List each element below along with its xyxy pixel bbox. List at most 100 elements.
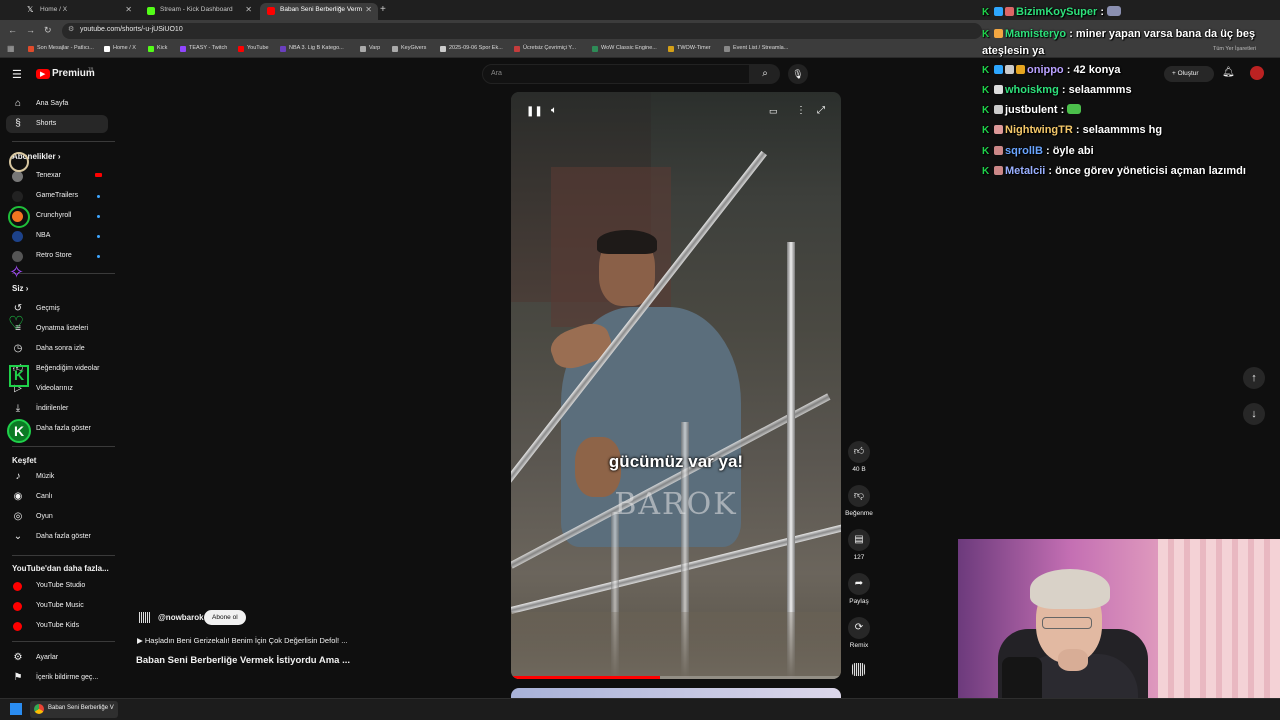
new-content-dot (97, 235, 100, 238)
back-icon[interactable]: ← (8, 25, 17, 35)
sidebar-item-i-erik-bildirme-ge[interactable]: ⚑ İçerik bildirme geç... (6, 669, 108, 687)
browser-tab-x[interactable]: 𝕏 Home / X ✕ (20, 3, 138, 20)
forward-icon[interactable]: → (26, 25, 35, 35)
account-avatar[interactable] (1250, 66, 1264, 80)
bookmark-item[interactable]: NBA 3. Lig B Katego... (280, 45, 344, 52)
bookmark-item[interactable]: TEASY - Twitch (180, 45, 228, 52)
channel-name[interactable]: @nowbarok (158, 613, 204, 622)
like-count: 40 B (852, 466, 866, 473)
you-heading[interactable]: Siz › (12, 284, 28, 293)
more-options-icon[interactable]: ⋮ (796, 105, 806, 116)
subscribe-button[interactable]: Abone ol (204, 610, 246, 625)
chat-separator: : (1072, 124, 1083, 136)
apps-grid-icon[interactable]: ▦ (7, 44, 15, 53)
short-music[interactable]: ▶ Haşladın Beni Gerizekalı! Benim İçin Ç… (137, 636, 347, 645)
bookmark-item[interactable]: YouTube (238, 45, 269, 52)
bookmark-favicon-icon (724, 46, 730, 52)
bookmark-item[interactable]: Varp (360, 45, 381, 52)
share-button[interactable]: ➦ Paylaş (844, 573, 874, 605)
bookmark-label: Varp (369, 45, 381, 51)
sidebar-item-label: Canlı (36, 493, 53, 500)
kick-badge-icon: K (982, 166, 990, 177)
sidebar-item-daha-fazla-g-ster[interactable]: ⌄ Daha fazla göster (6, 528, 108, 546)
next-short-preview[interactable] (511, 688, 841, 698)
close-icon[interactable]: ✕ (245, 5, 252, 14)
sidebar-item-ayarlar[interactable]: ⚙ Ayarlar (6, 649, 108, 667)
sidebar-item-label: Videolarınız (36, 385, 73, 392)
bookmark-label: KeyGivers (401, 45, 427, 51)
browser-tab-youtube[interactable]: Baban Seni Berberliğe Verm ✕ (260, 3, 378, 20)
bookmark-favicon-icon (360, 46, 366, 52)
sidebar-item-label: Daha fazla göster (36, 533, 91, 540)
tab-label: Home / X (40, 6, 68, 13)
windows-start-icon[interactable] (10, 703, 22, 715)
sidebar-item-nba[interactable]: NBA (6, 227, 108, 245)
sidebar-item-oyun[interactable]: ◎ Oyun (6, 508, 108, 526)
url-field[interactable]: ⚙ youtube.com/shorts/-u-jUSiUO10 (62, 23, 982, 39)
bookmark-label: Kick (157, 45, 168, 51)
sidebar-item-label: Beğendiğim videolar (36, 365, 100, 372)
sidebar-item-shorts[interactable]: § Shorts (6, 115, 108, 133)
close-icon[interactable]: ✕ (125, 5, 132, 14)
fullscreen-icon[interactable]: ⤢ (817, 105, 825, 116)
sidebar-item-i-ndirilenler[interactable]: ⤓ İndirilenler (6, 400, 108, 418)
like-button[interactable]: 👍︎ 40 B (844, 441, 874, 473)
next-short-button[interactable]: ↓ (1243, 403, 1265, 425)
youtube-app-icon (13, 582, 22, 591)
pause-icon[interactable]: ❚❚ (526, 106, 543, 117)
chat-badge-icon (1005, 7, 1014, 16)
create-button[interactable]: + Oluştur (1164, 66, 1214, 82)
bookmark-item[interactable]: Home / X (104, 45, 136, 52)
chat-message: K Mamisteryo : miner yapan varsa bana da … (982, 26, 1257, 60)
streamer-webcam (958, 539, 1280, 720)
short-title[interactable]: Baban Seni Berberliğe Vermek İstiyordu A… (136, 655, 350, 666)
chat-username: BizimKoySuper (1016, 6, 1098, 18)
captions-icon[interactable]: ▭ (769, 106, 778, 117)
sidebar-item-m-zik[interactable]: ♪ Müzik (6, 468, 108, 486)
sidebar-item-home[interactable]: ⌂ Ana Sayfa (6, 95, 108, 113)
audio-source-thumbnail[interactable] (852, 663, 865, 676)
sidebar-item-gametrailers[interactable]: GameTrailers (6, 187, 108, 205)
comments-button[interactable]: ▤ 127 (844, 529, 874, 561)
close-icon[interactable]: ✕ (365, 5, 372, 14)
thumbs-down-icon: 👎︎ (848, 485, 870, 507)
search-button[interactable]: ⌕ (750, 64, 780, 84)
channel-avatar (12, 231, 23, 242)
voice-search-button[interactable]: 🎙 (788, 64, 808, 84)
taskbar-app-chrome[interactable]: Baban Seni Berberliğe V (30, 701, 118, 718)
new-tab-icon[interactable]: + (380, 4, 386, 15)
dislike-button[interactable]: 👎︎ Beğenme (844, 485, 874, 517)
sidebar-item-youtube-studio[interactable]: YouTube Studio (6, 577, 108, 595)
bookmark-item[interactable]: Kick (148, 45, 168, 52)
channel-avatar[interactable] (139, 612, 150, 623)
bookmark-label: Event List / Streamla... (733, 45, 789, 51)
bookmark-item[interactable]: Son Mesajlar - Patlıcı... (28, 45, 94, 52)
short-video-player[interactable]: ❚❚ 🔈︎ ▭ ⋮ ⤢ gücümüz var ya! BAROK (511, 92, 841, 679)
site-info-icon[interactable]: ⚙ (68, 25, 74, 33)
search-placeholder: Ara (491, 70, 502, 77)
chat-separator: : (1045, 165, 1056, 177)
bookmark-item[interactable]: KeyGivers (392, 45, 427, 52)
browser-tab-kick[interactable]: Stream - Kick Dashboard ✕ (140, 3, 258, 20)
bookmark-item[interactable]: Ücretsiz Çevrimiçi Y... (514, 45, 576, 52)
bookmark-favicon-icon (392, 46, 398, 52)
sidebar-item-daha-sonra-izle[interactable]: ◷ Daha sonra izle (6, 340, 108, 358)
bookmark-item[interactable]: TWOW-Timer (668, 45, 711, 52)
sidebar-item-youtube-kids[interactable]: YouTube Kids (6, 617, 108, 635)
sidebar-item-canl[interactable]: ◉ Canlı (6, 488, 108, 506)
bookmark-item[interactable]: Event List / Streamla... (724, 45, 789, 52)
bookmark-item[interactable]: WoW Classic Engine... (592, 45, 657, 52)
bookmark-label: TEASY - Twitch (189, 45, 228, 51)
search-input[interactable]: Ara (482, 64, 750, 84)
divider (12, 555, 115, 556)
video-progress-bar[interactable] (511, 676, 841, 679)
remix-button[interactable]: ⟳ Remix (844, 617, 874, 649)
bookmark-label: Ücretsiz Çevrimiçi Y... (523, 45, 576, 51)
reload-icon[interactable]: ↻ (44, 25, 52, 36)
bookmark-item[interactable]: 2025-09-06 Spor Ek... (440, 45, 503, 52)
volume-icon[interactable]: 🔈︎ (551, 105, 557, 116)
kick-badge-icon: K (982, 7, 990, 18)
previous-short-button[interactable]: ↑ (1243, 367, 1265, 389)
notifications-bell-icon[interactable]: 🔔︎ (1222, 67, 1235, 78)
sidebar-item-youtube-music[interactable]: YouTube Music (6, 597, 108, 615)
